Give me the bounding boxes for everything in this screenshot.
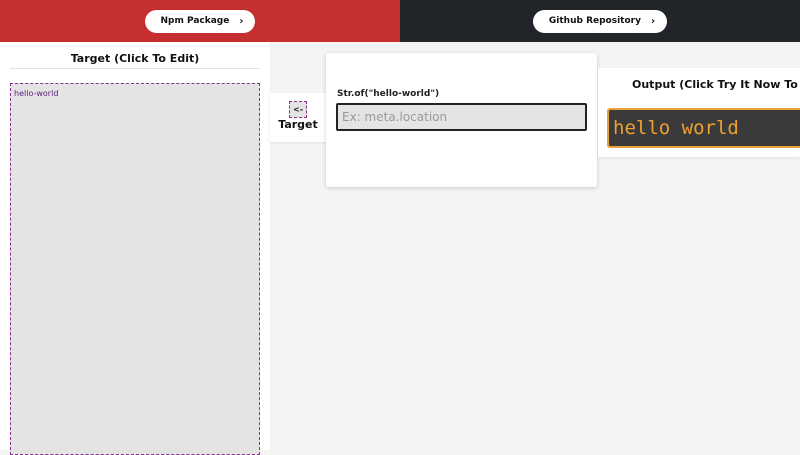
github-bar: Github Repository ›: [400, 0, 800, 42]
expression-label: Str.of("hello-world"): [337, 89, 440, 99]
top-bar: Npm Package › Github Repository ›: [0, 0, 800, 42]
chevron-right-icon: ›: [650, 15, 656, 27]
expression-input[interactable]: [336, 103, 587, 131]
github-repository-label: Github Repository: [548, 16, 641, 26]
title-divider: [10, 68, 260, 69]
target-editable-area[interactable]: hello-world: [10, 83, 260, 455]
npm-package-button[interactable]: Npm Package ›: [144, 9, 256, 33]
github-repository-button[interactable]: Github Repository ›: [532, 9, 668, 33]
npm-package-label: Npm Package: [160, 16, 230, 26]
output-title: Output (Click Try It Now To Up: [632, 78, 800, 91]
npm-bar: Npm Package ›: [0, 0, 400, 42]
target-panel-title: Target (Click To Edit): [70, 52, 200, 65]
target-arrow-button[interactable]: <-: [289, 101, 307, 118]
output-display[interactable]: hello world: [607, 108, 800, 148]
output-value: hello world: [613, 117, 739, 139]
target-content: hello-world: [14, 89, 59, 98]
target-control-label: Target: [278, 118, 318, 131]
chevron-right-icon: ›: [239, 15, 244, 27]
